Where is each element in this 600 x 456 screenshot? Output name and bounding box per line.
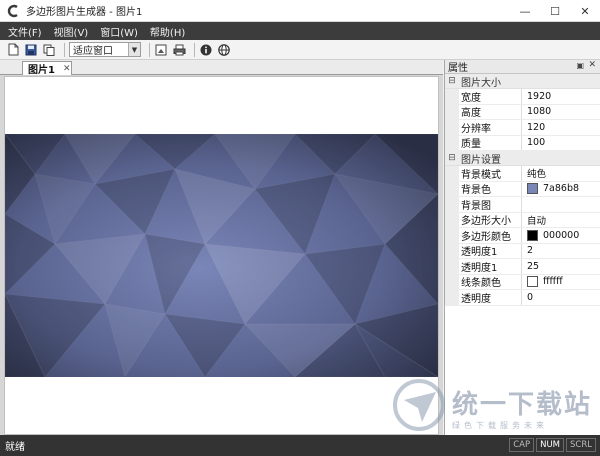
- property-row-quality[interactable]: 质量 100: [445, 135, 600, 151]
- property-row-line-color[interactable]: 线条颜色 ffffff: [445, 274, 600, 290]
- minimize-button[interactable]: —: [510, 0, 540, 22]
- property-value[interactable]: 自动: [522, 213, 600, 227]
- property-row-opacity[interactable]: 透明度 0: [445, 290, 600, 306]
- toolbar: 适应窗口 ▼: [0, 40, 600, 60]
- polygon-image: [5, 134, 438, 377]
- property-key: 多边形颜色: [459, 228, 522, 243]
- property-row-background-color[interactable]: 背景色 7a86b8: [445, 181, 600, 197]
- properties-header: 属性 ▣ ✕: [445, 60, 600, 74]
- properties-title: 属性: [448, 63, 468, 74]
- collapse-icon[interactable]: ⊟: [445, 153, 459, 163]
- pin-icon[interactable]: ▣: [576, 61, 584, 70]
- property-group-image-size[interactable]: ⊟ 图片大小: [445, 74, 600, 89]
- menu-file[interactable]: 文件(F): [8, 24, 42, 39]
- property-key: 多边形大小: [459, 212, 522, 227]
- property-key: 透明度: [459, 290, 522, 305]
- property-key: 高度: [459, 104, 522, 119]
- property-value[interactable]: 100: [522, 137, 600, 148]
- scroll-lock-indicator: SCRL: [566, 438, 596, 452]
- app-logo-icon: [6, 4, 20, 18]
- property-row-polygon-color[interactable]: 多边形颜色 000000: [445, 228, 600, 244]
- window-title: 多边形图片生成器 - 图片1: [26, 7, 143, 18]
- caps-lock-indicator: CAP: [509, 438, 535, 452]
- menu-window[interactable]: 窗口(W): [100, 24, 138, 39]
- property-row-polygon-size[interactable]: 多边形大小 自动: [445, 212, 600, 228]
- property-value[interactable]: 1080: [522, 106, 600, 117]
- property-row-background-image[interactable]: 背景图: [445, 197, 600, 213]
- panel-close-icon[interactable]: ✕: [588, 60, 596, 70]
- property-value[interactable]: 纯色: [522, 166, 600, 180]
- property-group-image-settings[interactable]: ⊟ 图片设置: [445, 151, 600, 166]
- property-key: 宽度: [459, 89, 522, 104]
- property-key: 透明度1: [459, 259, 522, 274]
- document-tab-strip: 图片1 ✕: [0, 60, 443, 76]
- color-swatch[interactable]: [527, 276, 538, 288]
- property-key: 透明度1: [459, 243, 522, 258]
- document-area: 图片1 ✕: [0, 60, 443, 435]
- maximize-button[interactable]: ☐: [540, 0, 570, 22]
- property-value[interactable]: 120: [522, 122, 600, 133]
- property-value: ffffff: [543, 276, 563, 288]
- menu-bar: 文件(F) 视图(V) 窗口(W) 帮助(H): [0, 22, 600, 40]
- properties-panel: 属性 ▣ ✕ ⊟ 图片大小 宽度 1920 高度 1080 分辨率 120 质量 100…: [444, 60, 600, 435]
- property-key: 背景模式: [459, 166, 522, 181]
- save-icon[interactable]: [24, 43, 38, 57]
- property-value[interactable]: 2: [522, 245, 600, 256]
- info-icon[interactable]: [199, 43, 213, 57]
- property-group-label: 图片设置: [461, 154, 501, 166]
- property-row-height[interactable]: 高度 1080: [445, 104, 600, 120]
- toolbar-separator: [149, 42, 150, 57]
- export-image-icon[interactable]: [154, 43, 168, 57]
- tab-image1[interactable]: 图片1 ✕: [22, 61, 72, 76]
- property-key: 背景色: [459, 181, 522, 196]
- property-row-opacity1-a[interactable]: 透明度1 2: [445, 243, 600, 259]
- color-swatch[interactable]: [527, 183, 538, 195]
- property-value: 000000: [543, 229, 580, 241]
- property-key: 线条颜色: [459, 274, 522, 289]
- new-file-icon[interactable]: [6, 43, 20, 57]
- property-group-label: 图片大小: [461, 77, 501, 89]
- property-value[interactable]: 1920: [522, 91, 600, 102]
- property-key: 质量: [459, 135, 522, 150]
- zoom-select-value: 适应窗口: [73, 46, 113, 57]
- tab-close-icon[interactable]: ✕: [63, 64, 71, 74]
- copy-icon[interactable]: [42, 43, 56, 57]
- status-bar: 就绪 CAP NUM SCRL: [0, 435, 600, 456]
- num-lock-indicator: NUM: [536, 438, 565, 452]
- property-value[interactable]: 25: [522, 261, 600, 272]
- property-row-background-mode[interactable]: 背景模式 纯色: [445, 166, 600, 182]
- zoom-select[interactable]: 适应窗口 ▼: [69, 42, 141, 57]
- status-text: 就绪: [5, 442, 25, 453]
- property-row-opacity1-b[interactable]: 透明度1 25: [445, 259, 600, 275]
- title-bar: 多边形图片生成器 - 图片1 — ☐ ✕: [0, 0, 600, 22]
- color-swatch[interactable]: [527, 229, 538, 241]
- print-icon[interactable]: [172, 43, 186, 57]
- chevron-down-icon[interactable]: ▼: [128, 43, 140, 56]
- property-key: 背景图: [459, 197, 522, 212]
- menu-view[interactable]: 视图(V): [54, 24, 89, 39]
- menu-help[interactable]: 帮助(H): [150, 24, 185, 39]
- property-value: 7a86b8: [543, 183, 580, 195]
- collapse-icon[interactable]: ⊟: [445, 76, 459, 86]
- globe-icon[interactable]: [217, 43, 231, 57]
- image-canvas[interactable]: [4, 76, 439, 435]
- toolbar-separator: [194, 42, 195, 57]
- close-button[interactable]: ✕: [570, 0, 600, 22]
- property-value[interactable]: 0: [522, 292, 600, 303]
- property-key: 分辨率: [459, 120, 522, 135]
- toolbar-separator: [64, 42, 65, 57]
- tab-label: 图片1: [28, 65, 55, 76]
- property-row-width[interactable]: 宽度 1920: [445, 89, 600, 105]
- property-row-resolution[interactable]: 分辨率 120: [445, 120, 600, 136]
